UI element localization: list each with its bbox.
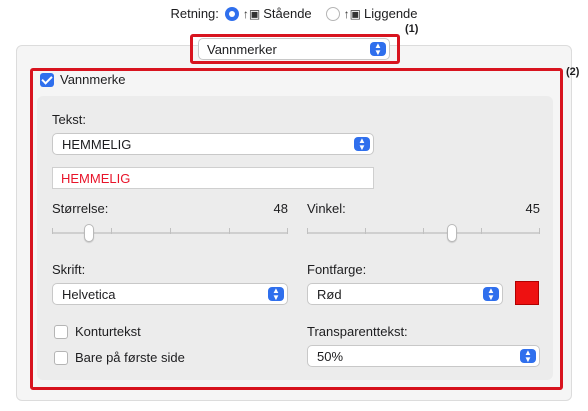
transparency-label: Transparenttekst: bbox=[307, 324, 408, 339]
font-color-swatch[interactable] bbox=[515, 281, 539, 305]
chevron-updown-icon: ▲ ▼ bbox=[268, 287, 284, 302]
size-slider[interactable] bbox=[52, 224, 288, 242]
first-page-only-checkbox[interactable] bbox=[54, 350, 68, 365]
angle-slider-tick bbox=[481, 228, 482, 234]
angle-slider-tick bbox=[423, 228, 424, 234]
outline-text-checkbox[interactable] bbox=[54, 324, 68, 339]
mode-select-value: Vannmerker bbox=[207, 41, 277, 57]
text-label: Tekst: bbox=[52, 112, 86, 127]
text-input[interactable]: HEMMELIG bbox=[52, 167, 374, 189]
callout-label-2: (2) bbox=[566, 66, 580, 78]
portrait-icon: ↑▣ bbox=[242, 6, 261, 21]
text-select[interactable]: HEMMELIG ▲ ▼ bbox=[52, 133, 374, 155]
angle-slider-tick bbox=[539, 228, 540, 234]
angle-slider-tick bbox=[307, 228, 308, 234]
orientation-portrait-option[interactable]: ↑▣ Stående bbox=[224, 6, 312, 21]
font-color-label: Fontfarge: bbox=[307, 262, 367, 277]
portrait-radio[interactable] bbox=[224, 6, 239, 21]
size-slider-tick bbox=[111, 228, 112, 234]
size-slider-tick bbox=[287, 228, 288, 234]
first-page-only-row[interactable]: Bare på første side bbox=[54, 350, 185, 365]
size-label: Størrelse: bbox=[52, 201, 109, 216]
font-select-value: Helvetica bbox=[62, 286, 116, 302]
orientation-label: Retning: bbox=[170, 6, 219, 21]
first-page-only-label: Bare på første side bbox=[75, 350, 185, 365]
size-slider-tick bbox=[229, 228, 230, 234]
watermark-checkbox[interactable] bbox=[40, 72, 54, 87]
outline-text-label: Konturtekst bbox=[75, 324, 141, 339]
size-value: 48 bbox=[273, 201, 288, 216]
angle-slider[interactable] bbox=[307, 224, 540, 242]
transparency-select-value: 50% bbox=[317, 348, 344, 364]
landscape-icon: ↑▣ bbox=[343, 6, 362, 21]
mode-select[interactable]: Vannmerker ▲ ▼ bbox=[198, 38, 390, 60]
angle-label: Vinkel: bbox=[307, 201, 346, 216]
font-color-select-value: Rød bbox=[317, 286, 342, 302]
watermark-checkbox-row[interactable]: Vannmerke bbox=[40, 72, 126, 87]
landscape-label: Liggende bbox=[364, 6, 418, 21]
watermark-label: Vannmerke bbox=[60, 72, 126, 87]
text-select-value: HEMMELIG bbox=[62, 136, 132, 152]
chevron-updown-icon: ▲ ▼ bbox=[354, 137, 370, 152]
font-select[interactable]: Helvetica ▲ ▼ bbox=[52, 283, 288, 305]
angle-slider-thumb[interactable] bbox=[447, 224, 457, 242]
orientation-row: Retning: ↑▣ Stående ↑▣ Liggende bbox=[0, 6, 588, 21]
size-slider-thumb[interactable] bbox=[84, 224, 94, 242]
orientation-landscape-option[interactable]: ↑▣ Liggende bbox=[325, 6, 418, 21]
portrait-label: Stående bbox=[263, 6, 312, 21]
landscape-radio[interactable] bbox=[325, 6, 340, 21]
font-color-select[interactable]: Rød ▲ ▼ bbox=[307, 283, 503, 305]
chevron-updown-icon: ▲ ▼ bbox=[483, 287, 499, 302]
angle-value: 45 bbox=[525, 201, 540, 216]
size-slider-tick bbox=[170, 228, 171, 234]
outline-text-row[interactable]: Konturtekst bbox=[54, 324, 141, 339]
font-label: Skrift: bbox=[52, 262, 86, 277]
chevron-updown-icon: ▲ ▼ bbox=[370, 42, 386, 57]
transparency-select[interactable]: 50% ▲ ▼ bbox=[307, 345, 540, 367]
size-slider-tick bbox=[52, 228, 53, 234]
callout-label-1: (1) bbox=[405, 23, 419, 35]
chevron-updown-icon: ▲ ▼ bbox=[520, 349, 536, 364]
angle-slider-tick bbox=[365, 228, 366, 234]
